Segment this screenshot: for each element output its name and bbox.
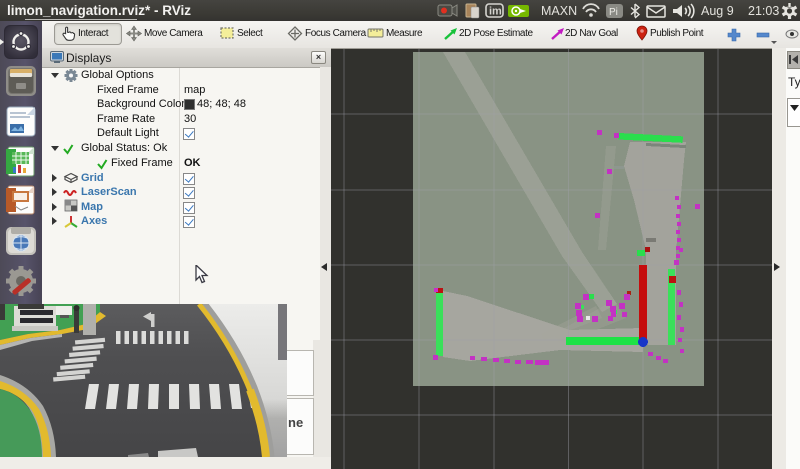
svg-text:Aug 9: Aug 9	[701, 4, 734, 18]
svg-text:21:03: 21:03	[748, 4, 779, 18]
svg-text:im: im	[489, 6, 502, 18]
svg-text:Pi: Pi	[609, 7, 618, 18]
svg-text:MAXN: MAXN	[541, 4, 577, 18]
